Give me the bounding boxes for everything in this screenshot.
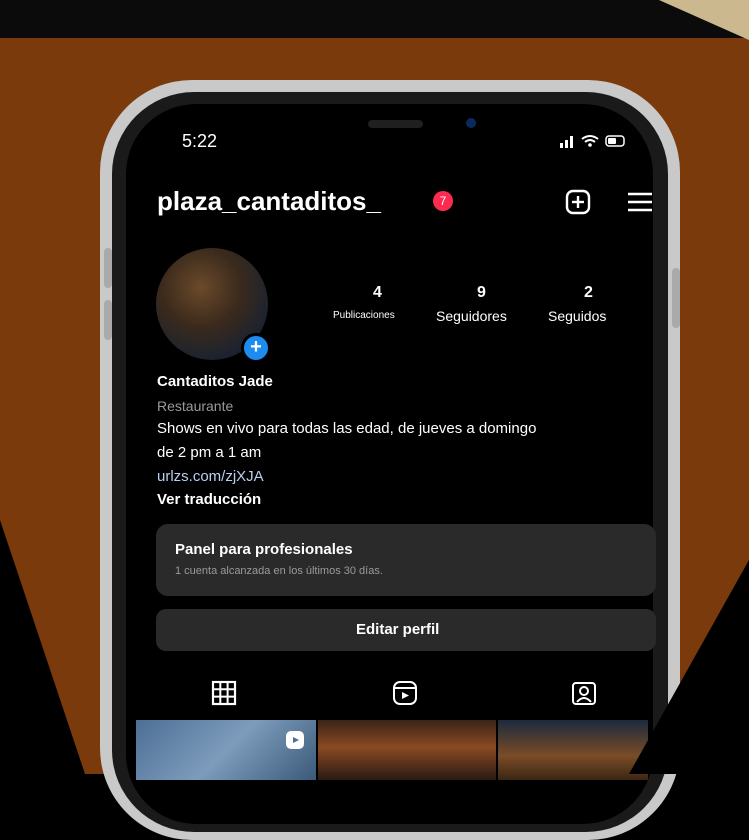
profile-link[interactable]: urlzs.com/zjXJA [157,468,264,485]
profile-username[interactable]: plaza_cantaditos_ [157,186,381,217]
profile-name: Cantaditos Jade [157,373,273,390]
post-thumbnail[interactable] [498,720,648,780]
stat-label-posts[interactable]: Publicaciones [333,310,395,321]
wifi-icon [581,135,599,143]
grid-icon[interactable] [211,680,237,706]
status-time: 5:22 [182,131,218,151]
decorative-corner [659,0,749,40]
reels-icon[interactable] [392,680,418,706]
reels-icon [286,731,304,749]
dashboard-title: Panel para profesionales [175,541,353,558]
phone-side-button [104,248,112,288]
hamburger-menu-icon[interactable] [626,191,654,213]
add-story-icon[interactable]: + [241,333,271,363]
phone-side-button [104,300,112,340]
stat-value-following[interactable]: 2 [584,284,593,302]
phone-power-button [672,268,680,328]
decorative-shape-right [629,560,749,774]
post-thumbnail[interactable] [318,720,496,780]
background-top [0,0,749,38]
stat-value-followers[interactable]: 9 [477,284,486,302]
post-thumbnail[interactable] [136,720,316,780]
stat-label-following[interactable]: Seguidos [548,308,606,324]
notification-badge: 7 [433,191,453,211]
profile-bio-line1: Shows en vivo para todas las edad, de ju… [157,420,537,437]
tagged-icon[interactable] [571,680,597,706]
profile-bio-line2: de 2 pm a 1 am [157,444,262,461]
plus-square-icon[interactable] [565,189,591,215]
status-icons [560,135,625,148]
phone-camera [466,118,476,128]
stat-value-posts[interactable]: 4 [373,284,382,302]
profile-category: Restaurante [157,398,234,414]
signal-icon [560,143,563,148]
stat-label-followers[interactable]: Seguidores [436,308,507,324]
edit-profile-label: Editar perfil [356,621,440,638]
decorative-shape-left [0,520,85,774]
translate-link[interactable]: Ver traducción [157,491,261,508]
dashboard-subtitle: 1 cuenta alcanzada en los últimos 30 día… [175,565,383,577]
professional-dashboard-card[interactable] [156,524,656,596]
phone-speaker [368,120,423,128]
